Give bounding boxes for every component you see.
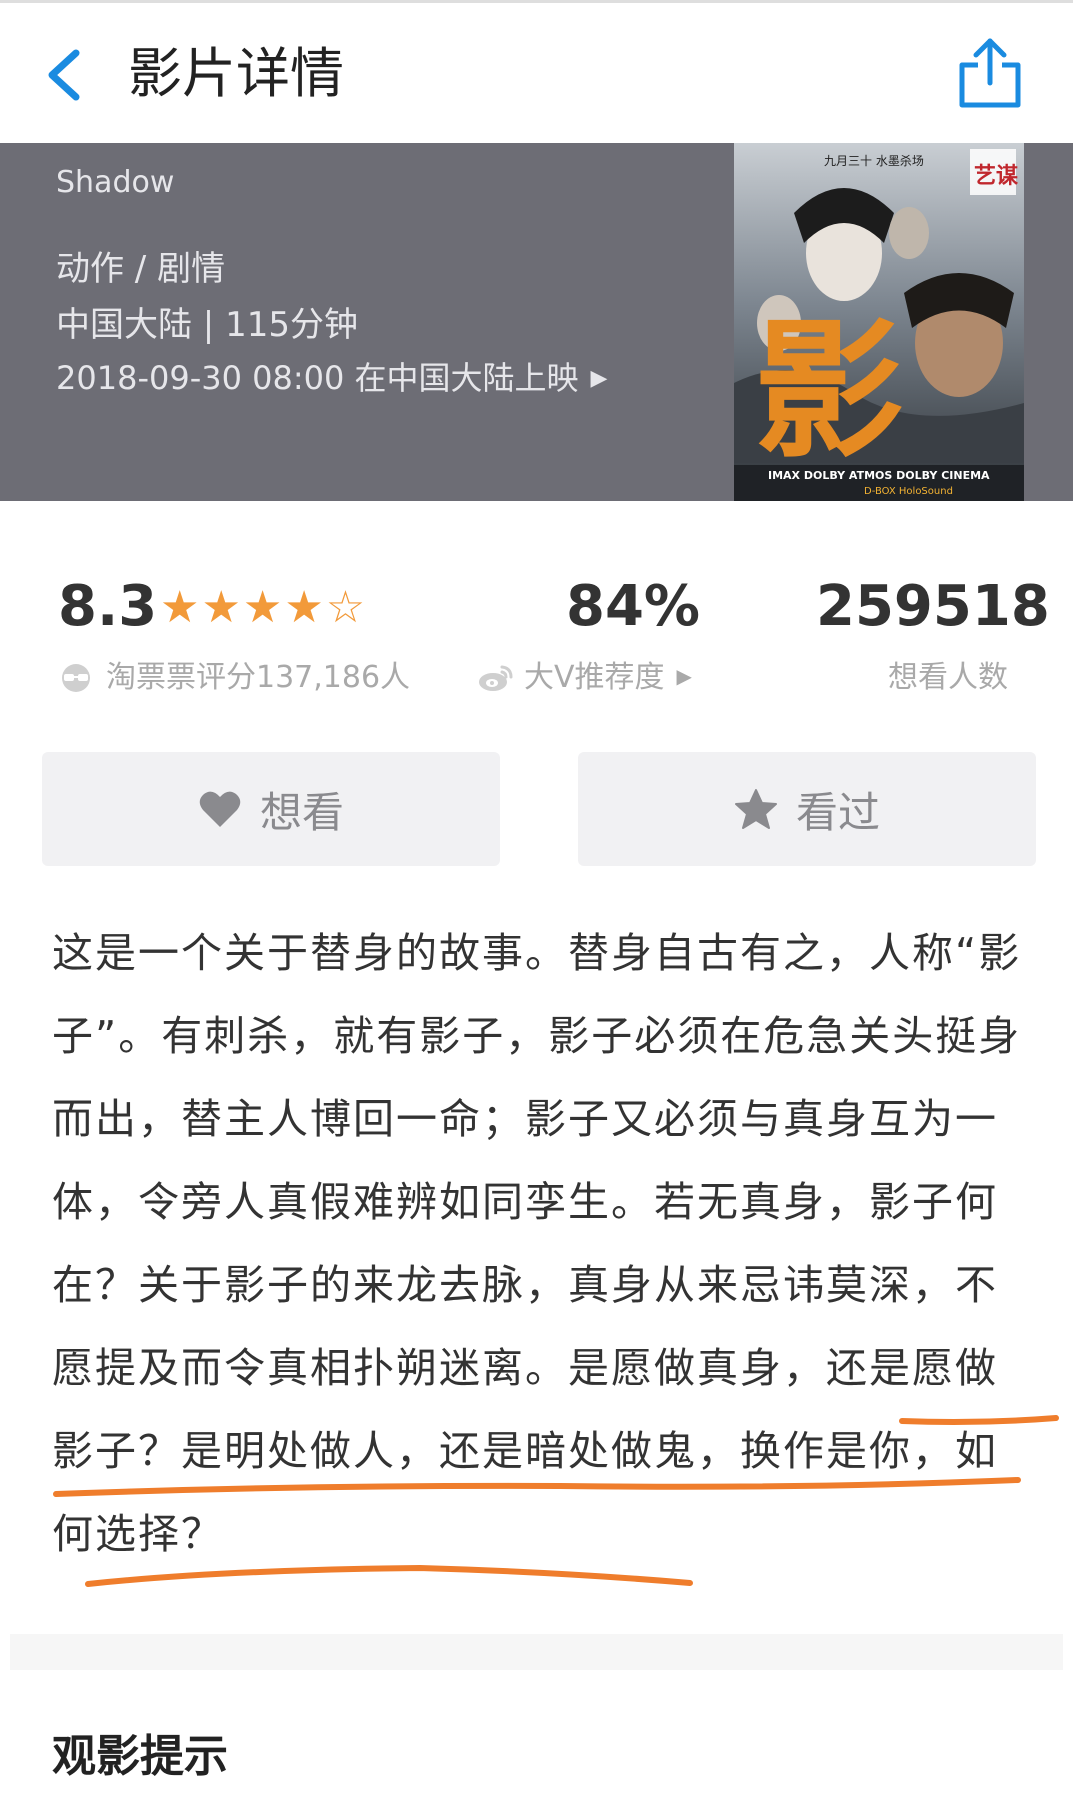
- poster-formats: IMAX DOLBY ATMOS DOLBY CINEMA: [768, 469, 990, 482]
- want-count-label: 想看人数: [888, 660, 1008, 695]
- star-icon: [734, 789, 777, 829]
- chevron-left-icon: [48, 49, 80, 101]
- seen-button[interactable]: 看过: [578, 752, 1036, 866]
- back-button[interactable]: [40, 45, 90, 105]
- page-title: 影片详情: [128, 42, 344, 105]
- rating-stars: ★★★★☆: [160, 582, 368, 633]
- taopiaopiao-icon: [58, 663, 94, 701]
- want-button-label: 想看: [259, 787, 344, 837]
- share-button[interactable]: [954, 35, 1026, 109]
- rating-row: 8.3 ★★★★☆ 淘票票评分137,186人 84% 大V推荐度 ▶ 25951…: [0, 560, 1073, 700]
- viewing-tips-title: 观影提示: [52, 1731, 228, 1782]
- share-icon: [959, 38, 1021, 108]
- release-info[interactable]: 2018-09-30 08:00 在中国大陆上映 ▶: [56, 353, 607, 399]
- poster-formats-2: D-BOX HoloSound: [864, 486, 953, 497]
- rating-score: 8.3: [58, 574, 158, 639]
- movie-header: Shadow 动作 / 剧情 中国大陆 | 115分钟 2018-09-30 0…: [0, 143, 1073, 501]
- seen-button-label: 看过: [795, 787, 880, 837]
- recommend-link[interactable]: 大V推荐度 ▶: [478, 652, 692, 701]
- nav-bar: 影片详情: [0, 3, 1073, 143]
- weibo-icon: [478, 663, 514, 701]
- poster-big-char: 影: [754, 303, 904, 479]
- synopsis-text: 这是一个关于替身的故事。替身自古有之，人称“影子”。有刺杀，就有影子，影子必须在…: [52, 929, 1022, 1558]
- recommend-label: 大V推荐度: [524, 660, 665, 695]
- heart-icon: [199, 791, 241, 827]
- section-divider: [10, 1634, 1063, 1670]
- movie-genre: 动作 / 剧情: [56, 249, 226, 289]
- recommend-percent: 84%: [566, 574, 701, 639]
- english-title: Shadow: [56, 165, 175, 200]
- want-button[interactable]: 想看: [42, 752, 500, 866]
- rating-source-label: 淘票票评分137,186人: [106, 660, 411, 695]
- movie-poster[interactable]: 影 艺谋 九月三十 水墨杀场 IMAX DOLBY ATMOS DOLBY CI…: [734, 143, 1024, 501]
- poster-tag: 艺谋: [974, 163, 1019, 189]
- poster-image: 影 艺谋 九月三十 水墨杀场 IMAX DOLBY ATMOS DOLBY CI…: [734, 143, 1024, 501]
- want-count: 259518: [816, 574, 1050, 639]
- release-text: 2018-09-30 08:00 在中国大陆上映: [56, 359, 579, 397]
- caret-right-icon: ▶: [676, 664, 692, 688]
- poster-top-text: 九月三十 水墨杀场: [824, 153, 924, 168]
- movie-region-duration: 中国大陆 | 115分钟: [56, 305, 358, 345]
- caret-right-icon: ▶: [590, 366, 608, 391]
- rating-source: 淘票票评分137,186人: [58, 652, 410, 701]
